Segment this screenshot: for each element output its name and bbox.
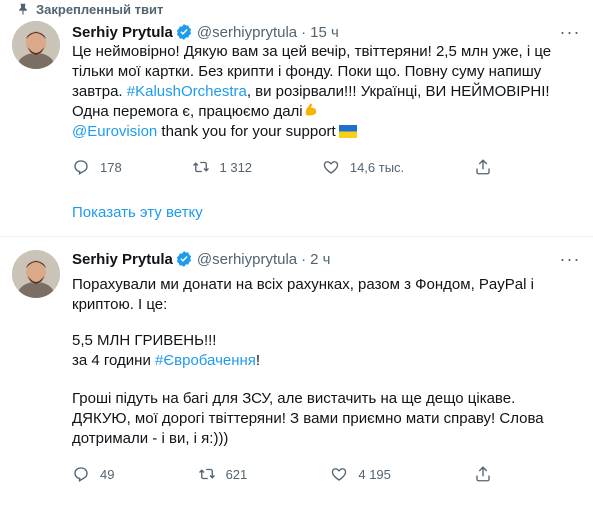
like-button[interactable]: 4 195 [330, 465, 391, 483]
verified-icon [176, 251, 191, 267]
tweet-line: криптою. І це: [72, 296, 168, 313]
flag-ua-icon [338, 125, 357, 138]
hashtag-link[interactable]: #Євробачення [155, 352, 256, 369]
like-icon [323, 161, 339, 174]
tweet-line: дотримали - і ви, і я:))) [72, 430, 229, 447]
more-icon[interactable]: ··· [559, 21, 581, 43]
reply-button[interactable]: 178 [72, 158, 122, 176]
tweet-actions: 49 621 4 195 [72, 464, 502, 484]
tweet-line: 5,5 МЛН ГРИВЕНЬ!!! [72, 332, 217, 349]
tweet-line: тільки мої картки. Без крипти і фонду. П… [72, 63, 542, 80]
tweet-line: Гроші підуть на багі для ЗСУ, але вистач… [72, 390, 516, 407]
tweet[interactable]: Serhiy Prytula @serhiyprytula · 2 ч ··· … [0, 237, 593, 509]
tweet-text-fragment: , ви розірвали!!! Українці, ВИ НЕЙМОВІРН… [246, 83, 550, 100]
tweet-timestamp[interactable]: 15 ч [310, 24, 339, 41]
hashtag-link[interactable]: #KalushOrchestra [127, 83, 247, 100]
reply-button[interactable]: 49 [72, 465, 114, 483]
verified-icon [176, 24, 191, 40]
reply-icon [74, 160, 88, 175]
retweet-button[interactable]: 1 312 [192, 158, 253, 176]
author-handle[interactable]: @serhiyprytula [197, 251, 297, 268]
tweet-line: завтра. #KalushOrchestra, ви розірвали!!… [72, 82, 572, 102]
show-thread-link[interactable]: Показать эту ветку [72, 204, 203, 221]
tweet-text-fragment: за 4 години [72, 352, 151, 369]
tweet-line: @Eurovision thank you for your support [72, 122, 572, 142]
tweet-text-fragment: ! [255, 352, 261, 369]
separator-dot: · [301, 23, 307, 41]
tweet-text-fragment: thank you for your support [157, 123, 336, 140]
share-icon [476, 159, 490, 175]
tweet-text-fragment: Одна перемога є, працюємо далі [72, 103, 303, 120]
tweet-line: Це неймовірно! Дякую вам за цей вечір, т… [72, 43, 552, 60]
retweet-count: 1 312 [219, 159, 253, 175]
retweet-button[interactable]: 621 [198, 465, 248, 483]
retweet-icon [198, 468, 215, 480]
flexed-biceps-icon [305, 103, 316, 116]
mention-link[interactable]: @Eurovision [72, 123, 157, 140]
author-handle[interactable]: @serhiyprytula [197, 24, 297, 41]
pinned-indicator: Закрепленный твит [19, 0, 164, 18]
like-button[interactable]: 14,6 тыс. [322, 158, 404, 176]
reply-count: 178 [100, 159, 122, 175]
tweet-header: Serhiy Prytula @serhiyprytula · 15 ч [72, 22, 339, 42]
more-icon[interactable]: ··· [559, 248, 581, 270]
tweet-line: за 4 години #Євробачення! [72, 351, 572, 371]
avatar[interactable] [12, 250, 60, 298]
reply-icon [74, 467, 88, 482]
retweet-count: 621 [225, 466, 248, 482]
like-count: 4 195 [358, 466, 391, 482]
pin-icon [19, 3, 27, 15]
pinned-label: Закрепленный твит [36, 1, 164, 17]
like-count: 14,6 тыс. [349, 159, 405, 175]
avatar[interactable] [12, 21, 60, 69]
like-icon [332, 468, 347, 481]
retweet-icon [192, 161, 209, 173]
tweet-timestamp[interactable]: 2 ч [310, 251, 330, 268]
tweet-actions: 178 1 312 14,6 тыс. [72, 157, 502, 177]
tweet-text-fragment: завтра. [72, 83, 123, 100]
share-button[interactable] [474, 158, 502, 176]
reply-count: 49 [100, 466, 115, 482]
tweet-line: ДЯКУЮ, мої дорогі твіттеряни! З вами при… [72, 410, 544, 427]
share-icon [476, 466, 490, 482]
author-name[interactable]: Serhiy Prytula [72, 251, 173, 268]
tweet-line: Одна перемога є, працюємо далі [72, 102, 572, 122]
tweet-line: Порахували ми донати на всіх рахунках, р… [72, 276, 534, 293]
tweet-pinned[interactable]: Закрепленный твит Serhiy Prytula @serhiy… [0, 0, 593, 237]
tweet-text: Це неймовірно! Дякую вам за цей вечір, т… [72, 42, 572, 142]
share-button[interactable] [474, 465, 502, 483]
author-name[interactable]: Serhiy Prytula [72, 24, 173, 41]
separator-dot: · [301, 250, 307, 268]
tweet-text: Порахували ми донати на всіх рахунках, р… [72, 275, 572, 449]
tweet-header: Serhiy Prytula @serhiyprytula · 2 ч [72, 249, 330, 269]
